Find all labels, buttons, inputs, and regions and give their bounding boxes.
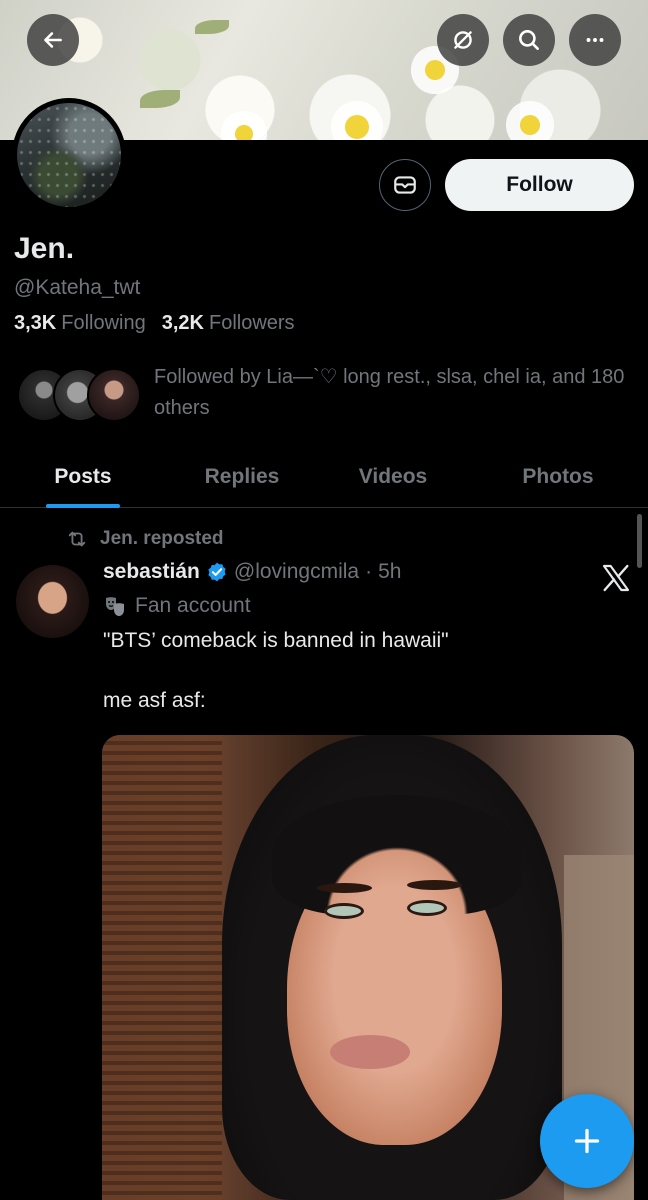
followers-count: 3,2K [161, 312, 204, 334]
following-count: 3,3K [14, 312, 57, 334]
avatar [87, 368, 141, 422]
profile-avatar-image [17, 103, 121, 207]
tab-posts[interactable]: Posts [0, 446, 166, 508]
more-icon [586, 38, 604, 42]
followed-by-avatars[interactable] [17, 368, 141, 422]
post-text: "BTS’ comeback is banned in hawaii" me a… [103, 629, 449, 712]
following-link[interactable]: 3,3K Following [14, 312, 146, 335]
media-brow [407, 880, 462, 890]
grok-button[interactable] [437, 14, 489, 66]
banner-flower [425, 60, 445, 80]
fan-account-label: Fan account [103, 594, 251, 618]
followers-link[interactable]: 3,2K Followers [162, 312, 295, 335]
media-background [102, 735, 222, 1200]
banner-leaf [140, 90, 180, 108]
tab-videos[interactable]: Videos [318, 446, 468, 508]
profile-name: Jen. [14, 232, 75, 265]
post-author-avatar[interactable] [16, 565, 89, 638]
banner-flower [235, 125, 253, 140]
post-author-name[interactable]: sebastián [103, 560, 200, 584]
post-timestamp[interactable]: 5h [378, 560, 401, 584]
more-options-button[interactable] [569, 14, 621, 66]
media-lips [330, 1035, 410, 1069]
profile-handle: @Kateha_twt [14, 276, 141, 299]
following-label: Following [61, 312, 146, 334]
search-button[interactable] [503, 14, 555, 66]
fan-account-text: Fan account [135, 594, 251, 617]
profile-stats: 3,3K Following 3,2K Followers [14, 312, 295, 335]
repost-icon [68, 531, 86, 547]
x-logo-icon [602, 564, 630, 592]
followers-label: Followers [208, 312, 295, 334]
media-brow [317, 883, 372, 893]
tab-photos[interactable]: Photos [468, 446, 648, 508]
media-eye [324, 903, 364, 919]
scrollbar[interactable] [637, 514, 642, 568]
banner-flower [520, 115, 540, 135]
verified-badge-icon [208, 562, 226, 582]
media-eye [407, 900, 447, 916]
followed-by-text[interactable]: Followed by Lia—`♡ long rest., slsa, che… [154, 362, 634, 424]
message-button[interactable] [379, 159, 431, 211]
search-icon [519, 30, 539, 50]
repost-indicator: Jen. reposted [64, 528, 224, 550]
post-separator: · [365, 560, 373, 583]
profile-avatar[interactable] [12, 98, 126, 212]
media-fringe [272, 795, 522, 915]
profile-tabs: Posts Replies Videos Photos [0, 446, 648, 508]
back-arrow-icon [44, 32, 62, 48]
compose-post-button[interactable] [540, 1094, 634, 1188]
post-header: sebastián @lovingcmila · 5h [103, 560, 401, 584]
repost-label: Jen. reposted [100, 528, 224, 549]
theater-masks-icon [106, 597, 124, 616]
message-icon [394, 176, 416, 194]
banner-flower [345, 115, 369, 139]
banner-leaf [195, 20, 229, 34]
back-button[interactable] [27, 14, 79, 66]
plus-icon [574, 1128, 600, 1154]
tab-replies[interactable]: Replies [166, 446, 318, 508]
grok-icon [454, 31, 472, 49]
post-author-handle[interactable]: @lovingcmila [234, 560, 359, 584]
follow-button[interactable]: Follow [445, 159, 634, 211]
